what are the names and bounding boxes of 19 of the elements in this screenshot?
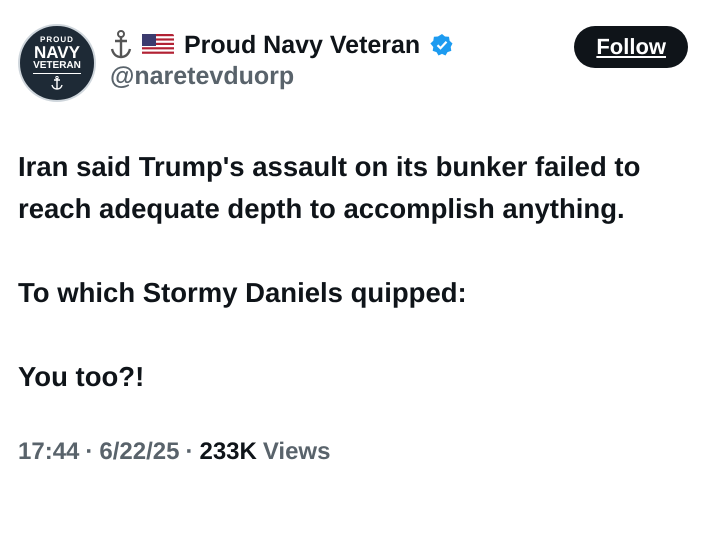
flag-icon: [142, 34, 174, 56]
tweet-text: To which Stormy Daniels quipped:: [18, 276, 468, 310]
avatar[interactable]: PROUD NAVY VETERAN: [18, 24, 96, 102]
views-count: 233K: [199, 438, 257, 466]
avatar-text: VETERAN: [33, 61, 81, 74]
date[interactable]: 6/22/25: [99, 438, 180, 466]
separator-dot: ·: [85, 438, 94, 466]
follow-button[interactable]: Follow: [574, 26, 688, 68]
username[interactable]: @naretevduorp: [110, 62, 560, 91]
tweet-text: You too?!: [18, 360, 146, 394]
anchor-icon: [110, 30, 132, 60]
avatar-text: NAVY: [34, 44, 80, 61]
display-name[interactable]: Proud Navy Veteran: [184, 30, 420, 60]
separator-dot: ·: [185, 438, 194, 466]
anchor-icon: [51, 76, 63, 90]
avatar-text: PROUD: [40, 36, 74, 44]
tweet-text: Iran said Trump's assault on its bunker failed to reach adequate depth to accomplish anything.: [18, 150, 642, 226]
views-label: Views: [262, 438, 330, 466]
timestamp[interactable]: 17:44: [18, 438, 80, 466]
